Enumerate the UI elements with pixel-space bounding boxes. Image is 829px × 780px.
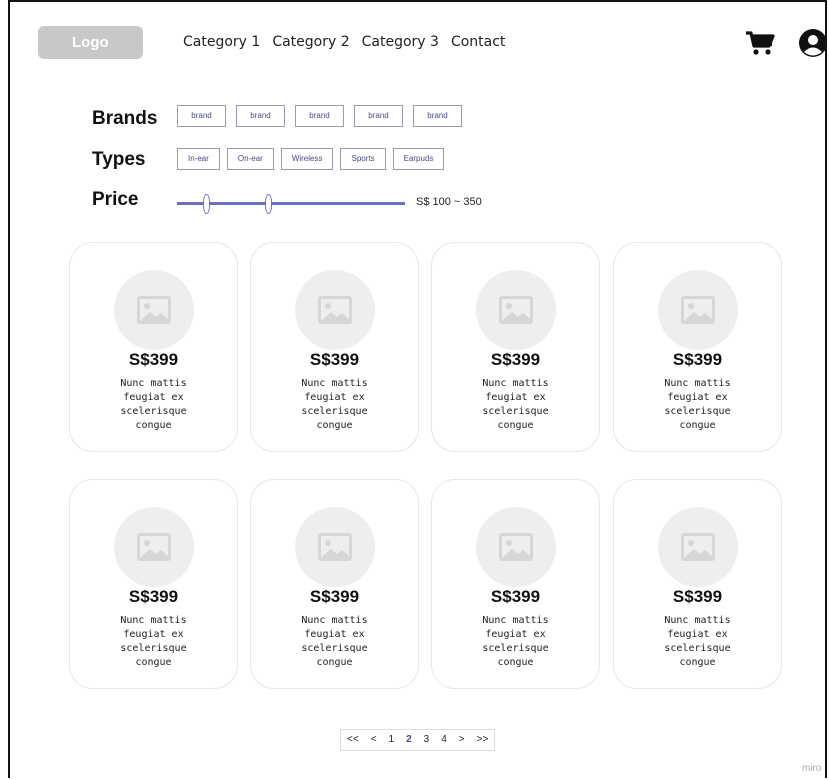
watermark: miro [802,763,822,774]
brand-chip-5[interactable]: brand [413,105,462,127]
user-icon[interactable] [798,28,828,58]
product-price: S$399 [309,350,360,369]
price-range-slider[interactable] [177,192,407,216]
page-frame: Logo Category 1 Category 2 Category 3 Co… [8,0,827,778]
product-image [295,507,375,587]
product-image [658,507,738,587]
product-price: S$399 [490,350,541,369]
product-price: S$399 [309,587,360,606]
product-card[interactable]: S$399 Nunc mattis feugiat ex scelerisque … [431,242,600,452]
pagination: << < 1 2 3 4 > >> [340,729,496,751]
product-description: Nunc mattis feugiat ex scelerisque congu… [301,615,368,668]
page-next[interactable]: > [453,730,471,750]
product-description: Nunc mattis feugiat ex scelerisque congu… [664,615,731,668]
page-1[interactable]: 1 [383,730,401,750]
price-label: Price [92,189,139,210]
product-image [114,270,194,350]
cart-icon[interactable] [745,30,775,56]
product-price: S$399 [128,350,179,369]
brand-chip-row: brand brand brand brand brand [177,105,462,127]
product-image [476,270,556,350]
product-price: S$399 [672,350,723,369]
product-description: Nunc mattis feugiat ex scelerisque congu… [482,378,549,431]
product-card[interactable]: S$399 Nunc mattis feugiat ex scelerisque … [250,479,419,689]
product-image [114,507,194,587]
image-placeholder-icon [499,533,533,561]
product-description: Nunc mattis feugiat ex scelerisque congu… [664,378,731,431]
brand-chip-2[interactable]: brand [236,105,285,127]
product-price: S$399 [672,587,723,606]
slider-handle-min[interactable] [203,194,210,214]
page-last[interactable]: >> [471,730,495,750]
type-chip-sports[interactable]: Sports [340,148,386,170]
brand-chip-3[interactable]: brand [295,105,344,127]
brand-chip-1[interactable]: brand [177,105,226,127]
image-placeholder-icon [318,533,352,561]
product-image [295,270,375,350]
top-nav: Category 1 Category 2 Category 3 Contact [183,34,505,50]
type-chip-earpuds[interactable]: Earpuds [392,148,445,170]
product-price: S$399 [128,587,179,606]
product-price: S$399 [490,587,541,606]
product-card[interactable]: S$399 Nunc mattis feugiat ex scelerisque … [69,242,238,452]
page-3[interactable]: 3 [418,730,436,750]
product-description: Nunc mattis feugiat ex scelerisque congu… [482,615,549,668]
product-image [476,507,556,587]
product-description: Nunc mattis feugiat ex scelerisque congu… [120,378,187,431]
nav-category-1[interactable]: Category 1 [183,34,260,50]
nav-category-3[interactable]: Category 3 [362,34,439,50]
image-placeholder-icon [681,533,715,561]
nav-contact[interactable]: Contact [451,34,505,50]
product-card[interactable]: S$399 Nunc mattis feugiat ex scelerisque … [250,242,419,452]
product-image [658,270,738,350]
product-description: Nunc mattis feugiat ex scelerisque congu… [120,615,187,668]
product-card[interactable]: S$399 Nunc mattis feugiat ex scelerisque … [613,479,782,689]
image-placeholder-icon [499,296,533,324]
slider-handle-max[interactable] [265,194,272,214]
image-placeholder-icon [137,533,171,561]
brands-label: Brands [92,108,158,129]
image-placeholder-icon [318,296,352,324]
type-chip-in-ear[interactable]: In-ear [177,148,220,170]
product-description: Nunc mattis feugiat ex scelerisque congu… [301,378,368,431]
price-range-text: S$ 100 ~ 350 [416,196,482,208]
image-placeholder-icon [137,296,171,324]
type-chip-on-ear[interactable]: On-ear [226,148,274,170]
page-2[interactable]: 2 [400,730,418,750]
page-4[interactable]: 4 [435,730,453,750]
type-chip-wireless[interactable]: Wireless [280,148,334,170]
page-first[interactable]: << [341,730,365,750]
slider-track [177,202,405,205]
page-prev[interactable]: < [365,730,383,750]
type-chip-row: In-ear On-ear Wireless Sports Earpuds [177,148,445,170]
types-label: Types [92,149,146,170]
image-placeholder-icon [681,296,715,324]
product-card[interactable]: S$399 Nunc mattis feugiat ex scelerisque … [613,242,782,452]
product-card[interactable]: S$399 Nunc mattis feugiat ex scelerisque … [69,479,238,689]
nav-category-2[interactable]: Category 2 [272,34,349,50]
logo[interactable]: Logo [38,26,143,59]
product-card[interactable]: S$399 Nunc mattis feugiat ex scelerisque … [431,479,600,689]
brand-chip-4[interactable]: brand [354,105,403,127]
